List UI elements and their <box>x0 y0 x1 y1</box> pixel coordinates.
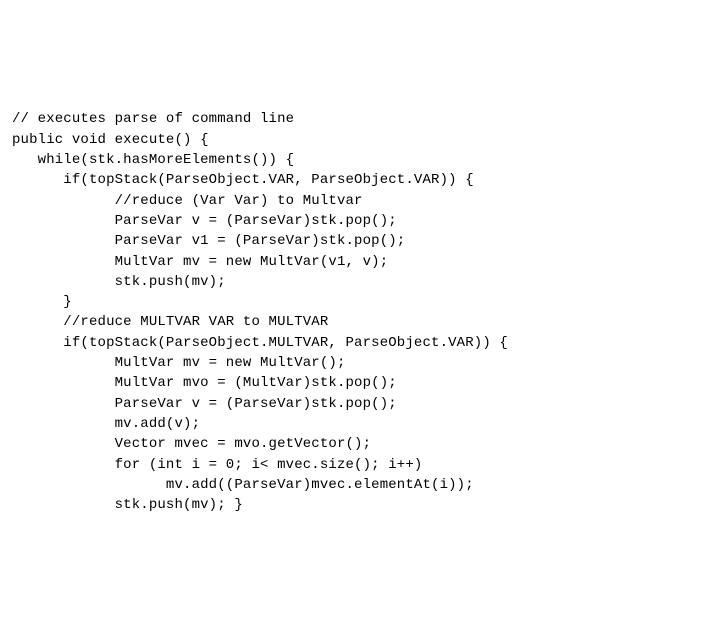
code-line: mv.add(v); <box>12 416 200 432</box>
code-line: if(topStack(ParseObject.VAR, ParseObject… <box>12 172 474 188</box>
code-line: stk.push(mv); } <box>12 497 243 513</box>
code-line: //reduce (Var Var) to Multvar <box>12 193 363 209</box>
code-line: ParseVar v1 = (ParseVar)stk.pop(); <box>12 233 405 249</box>
code-line: if(topStack(ParseObject.MULTVAR, ParseOb… <box>12 335 508 351</box>
code-line: public void execute() { <box>12 132 209 148</box>
code-snippet: // executes parse of command line public… <box>12 89 708 515</box>
code-line: } <box>12 294 72 310</box>
code-line: while(stk.hasMoreElements()) { <box>12 152 294 168</box>
code-line: Vector mvec = mvo.getVector(); <box>12 436 371 452</box>
code-line: MultVar mvo = (MultVar)stk.pop(); <box>12 375 397 391</box>
code-line: stk.push(mv); <box>12 274 226 290</box>
code-line: MultVar mv = new MultVar(v1, v); <box>12 254 388 270</box>
code-line: mv.add((ParseVar)mvec.elementAt(i)); <box>12 477 474 493</box>
code-line: for (int i = 0; i< mvec.size(); i++) <box>12 457 422 473</box>
code-line: ParseVar v = (ParseVar)stk.pop(); <box>12 396 397 412</box>
code-line: //reduce MULTVAR VAR to MULTVAR <box>12 314 328 330</box>
code-line: MultVar mv = new MultVar(); <box>12 355 346 371</box>
code-line: ParseVar v = (ParseVar)stk.pop(); <box>12 213 397 229</box>
code-line: // executes parse of command line <box>12 111 294 127</box>
